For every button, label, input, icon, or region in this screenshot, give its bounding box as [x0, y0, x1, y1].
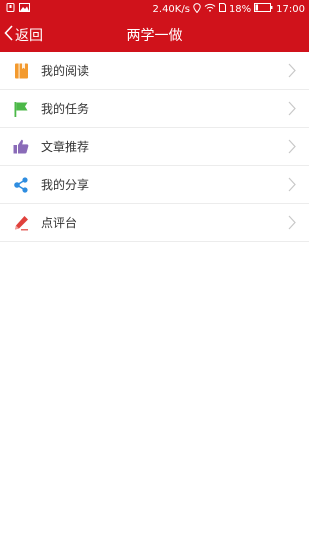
- menu-item-label: 点评台: [41, 216, 78, 230]
- menu-item-label: 文章推荐: [41, 140, 90, 154]
- thumbs-up-icon: [12, 138, 30, 156]
- clock: 17:00: [276, 3, 305, 15]
- nav-bar: 返回 两学一做: [0, 18, 309, 52]
- chevron-right-icon: [287, 215, 297, 231]
- battery-percent: 18%: [228, 3, 252, 15]
- menu-item-article-recommend[interactable]: 文章推荐: [0, 128, 309, 166]
- chevron-right-icon: [287, 139, 297, 155]
- menu-item-my-reading[interactable]: 我的阅读: [0, 52, 309, 90]
- back-label: 返回: [15, 28, 43, 44]
- chevron-right-icon: [287, 101, 297, 117]
- status-bar: 2.40K/s 18% 17:00: [0, 0, 309, 18]
- chevron-left-icon: [4, 25, 13, 45]
- share-icon: [12, 176, 30, 194]
- image-icon: [19, 3, 30, 15]
- location-icon: [193, 2, 201, 16]
- menu-item-review-board[interactable]: 点评台: [0, 204, 309, 242]
- pen-icon: [12, 214, 30, 232]
- menu-item-my-tasks[interactable]: 我的任务: [0, 90, 309, 128]
- chevron-right-icon: [287, 177, 297, 193]
- notification-icon: [6, 3, 15, 15]
- menu-item-label: 我的阅读: [41, 64, 90, 78]
- page-title: 两学一做: [126, 28, 183, 44]
- flag-icon: [12, 100, 30, 118]
- menu-item-label: 我的任务: [41, 102, 90, 116]
- menu-item-my-share[interactable]: 我的分享: [0, 166, 309, 204]
- book-icon: [12, 62, 30, 80]
- menu-list: 我的阅读 我的任务 文章推荐 我的分享 点评台: [0, 52, 309, 242]
- sim-icon: [218, 3, 226, 15]
- net-speed: 2.40K/s: [152, 3, 190, 15]
- chevron-right-icon: [287, 63, 297, 79]
- wifi-icon: [204, 3, 216, 15]
- back-button[interactable]: 返回: [4, 18, 43, 52]
- menu-item-label: 我的分享: [41, 178, 90, 192]
- battery-icon: [254, 3, 273, 15]
